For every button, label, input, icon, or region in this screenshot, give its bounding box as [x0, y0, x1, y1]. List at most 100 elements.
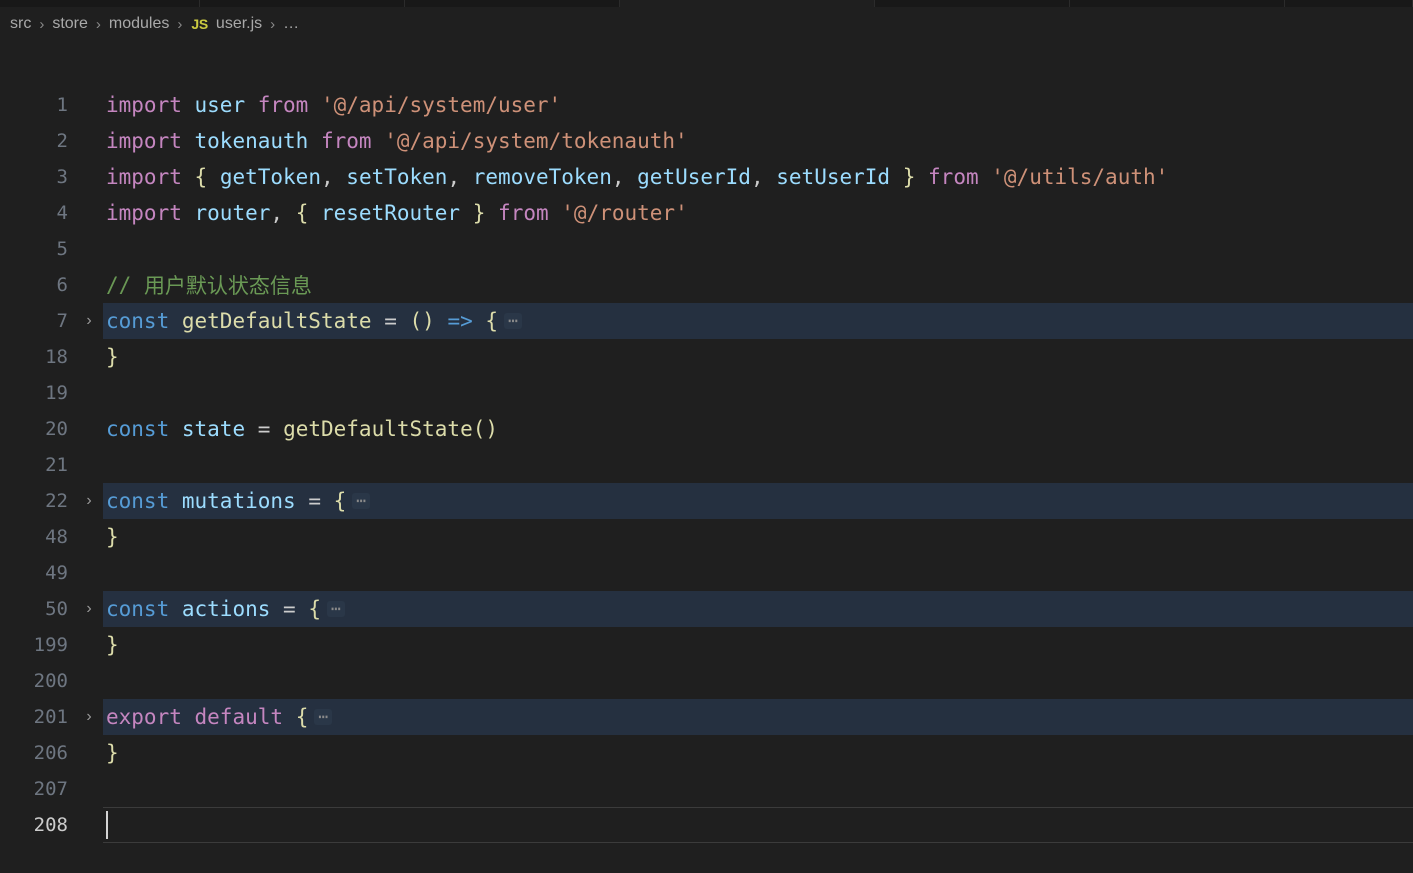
code-line-50[interactable]: 50 › const actions = {⋯: [0, 591, 1413, 627]
line-number-21: 21: [45, 454, 68, 476]
token: import: [106, 93, 182, 117]
fold-chevron-icon[interactable]: ›: [80, 303, 98, 339]
breadcrumb-separator: ›: [95, 15, 101, 33]
line-number-5: 5: [56, 238, 68, 260]
folded-region-ellipsis[interactable]: ⋯: [504, 313, 522, 329]
code-text: const actions = {⋯: [106, 591, 345, 627]
code-line-200[interactable]: 200: [0, 663, 1413, 699]
token: '@/utils/auth': [991, 165, 1169, 189]
token: '@/api/system/user': [320, 93, 562, 117]
code-line-2[interactable]: 2 import tokenauth from '@/api/system/tok…: [0, 123, 1413, 159]
code-line-3[interactable]: 3 import { getToken, setToken, removeToke…: [0, 159, 1413, 195]
code-text: const getDefaultState = () => {⋯: [106, 303, 522, 339]
token: =: [283, 597, 296, 621]
folded-region-ellipsis[interactable]: ⋯: [314, 709, 332, 725]
code-line-1[interactable]: 1 import user from '@/api/system/user': [0, 87, 1413, 123]
token: ,: [447, 165, 461, 189]
fold-chevron-icon[interactable]: ›: [80, 591, 98, 627]
code-line-207[interactable]: 207: [0, 771, 1413, 807]
editor-tab-4[interactable]: [875, 0, 1070, 7]
line-number-3: 3: [56, 166, 68, 188]
code-line-48[interactable]: 48}: [0, 519, 1413, 555]
token: getToken: [219, 165, 321, 189]
breadcrumb[interactable]: src › store › modules › JS user.js ›…: [0, 7, 1413, 41]
code-line-19[interactable]: 19: [0, 375, 1413, 411]
editor-tab-2[interactable]: [405, 0, 620, 7]
code-line-206[interactable]: 206}: [0, 735, 1413, 771]
code-line-20[interactable]: 20 const state = getDefaultState(): [0, 411, 1413, 447]
editor-tab-6[interactable]: [1285, 0, 1413, 7]
code-line-4[interactable]: 4 import router, { resetRouter } from '@/…: [0, 195, 1413, 231]
editor-tab-strip[interactable]: [0, 0, 1413, 7]
editor-tab-1[interactable]: [200, 0, 405, 7]
line-number-208: 208: [33, 814, 68, 836]
code-text: const state = getDefaultState(): [106, 411, 498, 447]
editor-tab-0[interactable]: [0, 0, 200, 7]
breadcrumb-item-src[interactable]: src: [9, 15, 32, 33]
folded-region-ellipsis[interactable]: ⋯: [327, 601, 345, 617]
code-line-7[interactable]: 7 › const getDefaultState = () => {⋯: [0, 303, 1413, 339]
line-number-2: 2: [56, 130, 68, 152]
folded-region-ellipsis[interactable]: ⋯: [352, 493, 370, 509]
code-line-201[interactable]: 201 › export default {⋯: [0, 699, 1413, 735]
line-number-22: 22: [45, 490, 68, 512]
token: ,: [611, 165, 625, 189]
breadcrumb-item-modules[interactable]: modules: [108, 15, 170, 33]
token: {: [308, 597, 322, 621]
line-number-1: 1: [56, 94, 68, 116]
token: const: [106, 309, 170, 333]
fold-chevron-icon[interactable]: ›: [80, 483, 98, 519]
code-line-208[interactable]: 208: [0, 807, 1413, 843]
code-line-21[interactable]: 21: [0, 447, 1413, 483]
token: setUserId: [776, 165, 891, 189]
token: setToken: [346, 165, 448, 189]
token: const: [106, 489, 170, 513]
token: import: [106, 165, 182, 189]
token: }: [106, 741, 119, 765]
line-number-201: 201: [33, 706, 68, 728]
code-line-22[interactable]: 22 › const mutations = {⋯: [0, 483, 1413, 519]
code-line-6[interactable]: 6 // 用户默认状态信息: [0, 267, 1413, 303]
code-line-18[interactable]: 18}: [0, 339, 1413, 375]
breadcrumb-item-store[interactable]: store: [51, 15, 89, 33]
editor-tab-5[interactable]: [1070, 0, 1285, 7]
token: {: [295, 201, 309, 225]
line-highlight: [103, 555, 1413, 591]
code-text: }: [106, 735, 119, 771]
code-line-199[interactable]: 199}: [0, 627, 1413, 663]
token: }: [106, 345, 119, 369]
token: removeToken: [472, 165, 612, 189]
breadcrumb-item-user-js[interactable]: user.js: [215, 15, 263, 33]
editor-tab-3[interactable]: [620, 0, 875, 7]
token: from: [498, 201, 549, 225]
breadcrumb-item-more[interactable]: …: [282, 15, 300, 33]
token: ,: [750, 165, 764, 189]
code-line-5[interactable]: 5: [0, 231, 1413, 267]
line-highlight: [103, 231, 1413, 267]
line-number-48: 48: [45, 526, 68, 548]
code-editor[interactable]: 1 import user from '@/api/system/user' 2 im…: [0, 41, 1413, 873]
fold-chevron-icon[interactable]: ›: [80, 699, 98, 735]
token: =: [308, 489, 321, 513]
code-line-49[interactable]: 49: [0, 555, 1413, 591]
token: {: [194, 165, 208, 189]
line-number-199: 199: [33, 634, 68, 656]
line-highlight: [103, 627, 1413, 663]
code-text: // 用户默认状态信息: [106, 267, 312, 303]
code-text: }: [106, 627, 119, 663]
